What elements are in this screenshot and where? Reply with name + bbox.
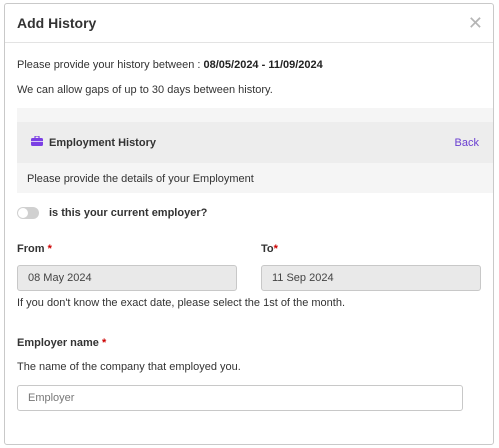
- employer-required-marker: *: [101, 337, 107, 349]
- close-icon[interactable]: ✕: [468, 14, 483, 32]
- from-date-input[interactable]: 08 May 2024: [17, 265, 237, 291]
- from-column: From * 08 May 2024: [17, 243, 237, 291]
- panel-description: Please provide the details of your Emplo…: [27, 173, 254, 185]
- to-label: To*: [261, 243, 481, 255]
- history-range-prefix: Please provide your history between :: [17, 59, 204, 71]
- modal-header: Add History ✕: [5, 4, 493, 43]
- briefcase-icon: [31, 135, 43, 149]
- from-label-text: From: [17, 243, 45, 255]
- employer-description: The name of the company that employed yo…: [17, 361, 241, 373]
- current-employer-row: is this your current employer?: [17, 207, 481, 219]
- current-employer-label: is this your current employer?: [49, 207, 208, 219]
- employer-input[interactable]: Employer: [17, 385, 463, 411]
- to-column: To* 11 Sep 2024: [261, 243, 481, 291]
- modal-title: Add History: [17, 15, 97, 31]
- from-required-marker: *: [47, 243, 52, 255]
- history-range-value: 08/05/2024 - 11/09/2024: [203, 59, 323, 71]
- from-label: From *: [17, 243, 237, 255]
- modal-body: Please provide your history between : 08…: [5, 59, 493, 411]
- employer-label: Employer name *: [17, 337, 481, 349]
- current-employer-toggle[interactable]: [17, 207, 39, 219]
- panel-title: Employment History: [31, 135, 156, 149]
- back-link[interactable]: Back: [455, 137, 479, 149]
- to-required-marker: *: [273, 243, 278, 255]
- add-history-modal: Add History ✕ Please provide your histor…: [4, 3, 494, 445]
- panel-title-label: Employment History: [49, 136, 156, 149]
- panel-header: Employment History Back: [17, 122, 493, 163]
- date-hint: If you don't know the exact date, please…: [17, 297, 346, 309]
- history-range-text: Please provide your history between : 08…: [17, 59, 481, 71]
- gaps-text: We can allow gaps of up to 30 days betwe…: [17, 84, 273, 96]
- to-label-text: To: [261, 243, 274, 255]
- employer-label-text: Employer name: [17, 337, 99, 349]
- date-row: From * 08 May 2024 To* 11 Sep 2024: [17, 243, 481, 291]
- employment-panel: Employment History Back Please provide t…: [17, 108, 493, 193]
- to-date-input[interactable]: 11 Sep 2024: [261, 265, 481, 291]
